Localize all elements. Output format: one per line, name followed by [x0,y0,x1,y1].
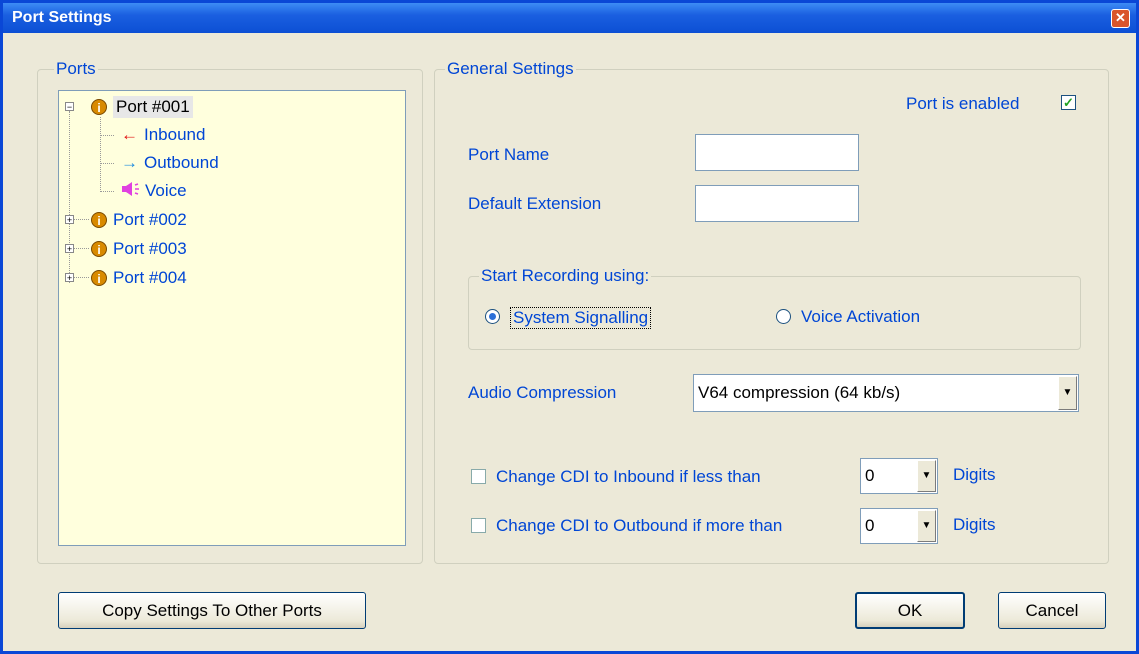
voice-activation-radio[interactable] [776,309,791,324]
tree-item-label: Port #002 [113,210,187,229]
cdi-inbound-select[interactable]: 0 ▼ [860,458,938,494]
tree-item-inbound[interactable]: ← Inbound [121,123,205,147]
audio-compression-select[interactable]: V64 compression (64 kb/s) ▼ [693,374,1079,412]
info-icon: i [91,99,107,115]
cdi-outbound-select[interactable]: 0 ▼ [860,508,938,544]
port-settings-dialog: Port Settings ✕ Ports − i Port #001 ← In… [0,0,1139,654]
cdi-outbound-label: Change CDI to Outbound if more than [496,516,783,535]
expand-icon[interactable]: + [65,273,74,283]
chevron-down-icon[interactable]: ▼ [917,510,936,542]
cdi-outbound-value: 0 [865,516,875,535]
default-extension-label: Default Extension [468,194,602,213]
tree-item-label: Port #003 [113,239,187,258]
audio-compression-label: Audio Compression [468,383,617,402]
arrow-left-icon: ← [121,125,138,144]
window-title: Port Settings [12,9,112,26]
port-enabled-checkbox[interactable]: ✓ [1061,95,1076,110]
cdi-inbound-label: Change CDI to Inbound if less than [496,467,761,486]
system-signalling-label[interactable]: System Signalling [510,307,652,329]
cancel-button[interactable]: Cancel [998,592,1106,629]
port-enabled-label: Port is enabled [906,94,1020,113]
tree-item-port-003[interactable]: i Port #003 [91,237,187,261]
cdi-outbound-checkbox[interactable] [471,518,486,533]
ports-tree[interactable]: − i Port #001 ← Inbound → Outbound Voice… [58,90,406,546]
tree-item-port-004[interactable]: i Port #004 [91,266,187,290]
voice-activation-label[interactable]: Voice Activation [801,307,920,327]
port-name-input[interactable] [695,134,859,171]
tree-item-label: Port #001 [113,96,193,118]
default-extension-input[interactable] [695,185,859,222]
port-name-label: Port Name [468,145,550,164]
start-recording-legend: Start Recording using: [479,266,652,286]
ports-legend: Ports [54,59,98,79]
chevron-down-icon[interactable]: ▼ [1058,376,1077,410]
tree-item-voice[interactable]: Voice [121,179,187,203]
info-icon: i [91,241,107,257]
arrow-right-icon: → [121,153,138,172]
tree-item-label: Inbound [144,125,206,144]
audio-compression-value: V64 compression (64 kb/s) [698,383,901,402]
expand-icon[interactable]: + [65,215,74,225]
cdi-inbound-checkbox[interactable] [471,469,486,484]
tree-item-outbound[interactable]: → Outbound [121,151,219,175]
title-bar[interactable]: Port Settings ✕ [3,3,1136,33]
tree-item-label: Voice [145,181,187,200]
ok-button[interactable]: OK [855,592,965,629]
tree-item-port-001[interactable]: i Port #001 [91,95,193,119]
info-icon: i [91,212,107,228]
info-icon: i [91,270,107,286]
speaker-icon [121,181,141,202]
cdi-inbound-value: 0 [865,466,875,485]
tree-item-label: Port #004 [113,268,187,287]
general-settings-legend: General Settings [445,59,576,79]
expand-icon[interactable]: + [65,244,74,254]
system-signalling-radio[interactable] [485,309,500,324]
tree-item-port-002[interactable]: i Port #002 [91,208,187,232]
digits-label: Digits [953,515,996,534]
copy-settings-button[interactable]: Copy Settings To Other Ports [58,592,366,629]
digits-label: Digits [953,465,996,484]
collapse-icon[interactable]: − [65,102,74,112]
tree-item-label: Outbound [144,153,219,172]
chevron-down-icon[interactable]: ▼ [917,460,936,492]
close-icon[interactable]: ✕ [1111,9,1130,28]
